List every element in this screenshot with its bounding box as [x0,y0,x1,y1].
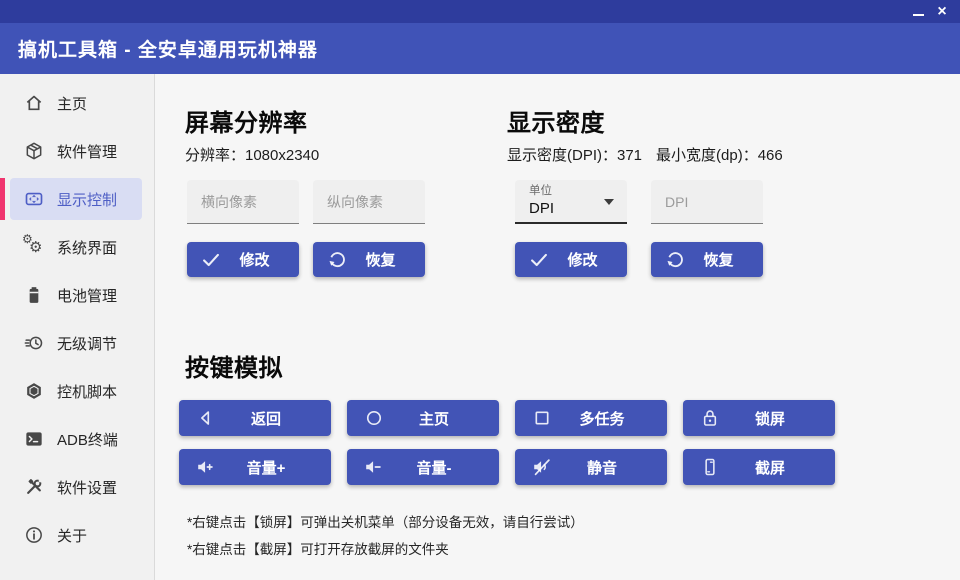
sidebar-item-script[interactable]: 控机脚本 [0,367,154,415]
footnote-lock: *右键点击【锁屏】可弹出关机菜单（部分设备无效，请自行尝试） [187,509,960,536]
sidebar-item-home[interactable]: 主页 [0,79,154,127]
battery-icon [24,285,44,305]
sidebar-item-label: 软件管理 [57,141,117,162]
info-icon [24,525,44,545]
titlebar: × [0,0,960,23]
sidebar-item-label: 主页 [57,93,87,114]
min-width-value: 最小宽度(dp)：466 [656,147,783,165]
volume-down-icon [363,456,385,478]
sidebar-item-label: ADB终端 [57,429,118,450]
display-icon [24,189,44,209]
recents-icon [531,407,553,429]
dpi-input[interactable] [651,180,763,224]
hexagon-icon [24,381,44,401]
minimize-icon [913,14,924,16]
chevron-down-icon [604,199,614,205]
close-button[interactable]: × [930,0,954,23]
app-header: 搞机工具箱 - 全安卓通用玩机神器 [0,23,960,74]
gears-icon: ⚙ ⚙ [24,237,44,257]
resolution-modify-button[interactable]: 修改 [187,242,299,277]
unit-select-label: 单位 [529,180,627,198]
sidebar-item-adb-terminal[interactable]: ADB终端 [0,415,154,463]
home-button[interactable]: 主页 [347,400,499,436]
restore-icon [664,249,686,271]
package-icon [24,141,44,161]
resolution-restore-button[interactable]: 恢复 [313,242,425,277]
home-icon [24,93,44,113]
app-window: × 搞机工具箱 - 全安卓通用玩机神器 主页 软件管理 [0,0,960,580]
sidebar-item-label: 控机脚本 [57,381,117,402]
screenshot-button[interactable]: 截屏 [683,449,835,485]
volume-up-button[interactable]: 音量+ [179,449,331,485]
current-dpi-value: 显示密度(DPI)：371 [507,147,642,165]
back-button[interactable]: 返回 [179,400,331,436]
tuner-clock-icon [24,333,44,353]
tools-icon [24,477,44,497]
sidebar-item-about[interactable]: 关于 [0,511,154,559]
terminal-icon [24,429,44,449]
sidebar-item-battery[interactable]: 电池管理 [0,271,154,319]
density-modify-button[interactable]: 修改 [515,242,627,277]
sidebar-item-label: 无级调节 [57,333,117,354]
footnotes: *右键点击【锁屏】可弹出关机菜单（部分设备无效，请自行尝试） *右键点击【截屏】… [187,509,960,563]
section-title: 显示密度 [507,110,783,138]
sidebar: 主页 软件管理 显示控制 [0,74,155,580]
section-key-simulation: 按键模拟 返回 主页 [185,355,960,563]
close-icon: × [937,4,946,20]
minimize-button[interactable] [906,0,930,23]
sidebar-item-display-control[interactable]: 显示控制 [0,175,154,223]
current-resolution-value: 分辨率：1080x2340 [185,147,319,165]
sidebar-item-label: 显示控制 [57,189,117,210]
sidebar-item-label: 系统界面 [57,237,117,258]
sidebar-item-label: 关于 [57,525,87,546]
lock-icon [699,407,721,429]
section-display-density: 显示密度 显示密度(DPI)：371 最小宽度(dp)：466 单位 DPI [507,110,783,277]
sidebar-item-label: 电池管理 [57,285,117,306]
sidebar-item-app-manager[interactable]: 软件管理 [0,127,154,175]
section-title: 按键模拟 [185,355,960,383]
footnote-screenshot: *右键点击【截屏】可打开存放截屏的文件夹 [187,536,960,563]
mute-button[interactable]: 静音 [515,449,667,485]
main-content: 屏幕分辨率 分辨率：1080x2340 修改 [155,74,960,580]
volume-down-button[interactable]: 音量- [347,449,499,485]
home-circle-icon [363,407,385,429]
volume-up-icon [195,456,217,478]
width-pixels-input[interactable] [187,180,299,224]
sidebar-item-system-ui[interactable]: ⚙ ⚙ 系统界面 [0,223,154,271]
sidebar-item-settings[interactable]: 软件设置 [0,463,154,511]
sidebar-item-label: 软件设置 [57,477,117,498]
section-title: 屏幕分辨率 [185,110,507,138]
lock-screen-button[interactable]: 锁屏 [683,400,835,436]
screenshot-icon [699,456,721,478]
density-restore-button[interactable]: 恢复 [651,242,763,277]
check-icon [200,249,222,271]
unit-select[interactable]: 单位 DPI [515,180,627,224]
check-icon [528,249,550,271]
section-screen-resolution: 屏幕分辨率 分辨率：1080x2340 修改 [185,110,507,277]
back-icon [195,407,217,429]
recents-button[interactable]: 多任务 [515,400,667,436]
mute-icon [531,456,553,478]
restore-icon [326,249,348,271]
sidebar-item-stepless-adjust[interactable]: 无级调节 [0,319,154,367]
app-title: 搞机工具箱 - 全安卓通用玩机神器 [18,35,318,62]
height-pixels-input[interactable] [313,180,425,224]
